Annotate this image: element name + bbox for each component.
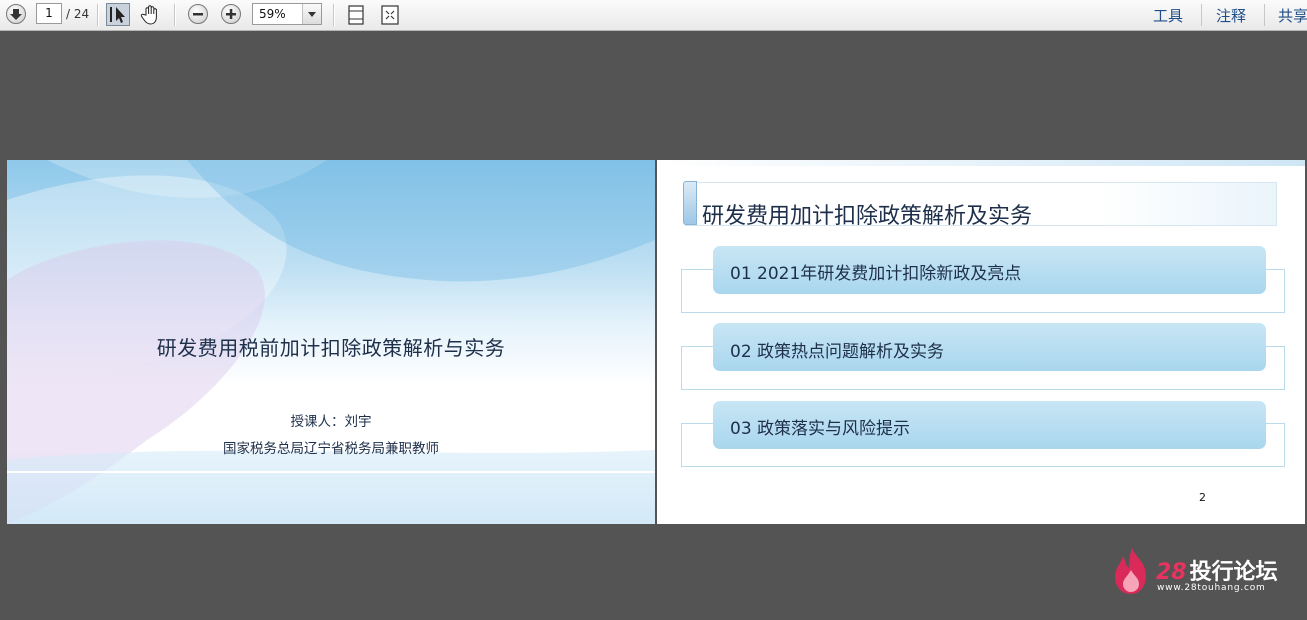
full-screen-button[interactable] bbox=[379, 3, 401, 27]
logo-number: 28 bbox=[1156, 560, 1187, 585]
share-menu[interactable]: 共享 bbox=[1278, 5, 1307, 26]
full-screen-icon bbox=[381, 5, 399, 25]
flame-icon bbox=[1115, 548, 1146, 594]
agenda-item-label: 02 政策热点问题解析及实务 bbox=[730, 342, 945, 362]
watermark-logo: 28 投行论坛 www.28touhang.com bbox=[1112, 546, 1302, 596]
fit-page-button[interactable] bbox=[345, 3, 367, 27]
agenda-item-label: 03 政策落实与风险提示 bbox=[730, 419, 911, 439]
lecturer-text: 授课人：刘宇 bbox=[290, 414, 372, 430]
affiliation-text: 国家税务总局辽宁省税务局兼职教师 bbox=[223, 441, 439, 457]
comment-menu[interactable]: 注释 bbox=[1216, 5, 1246, 26]
minus-icon bbox=[193, 13, 203, 16]
hand-tool-button[interactable] bbox=[139, 3, 163, 26]
select-tool-button[interactable] bbox=[106, 3, 130, 26]
zoom-out-button[interactable] bbox=[188, 4, 208, 24]
agenda-item-label: 01 2021年研发费加计扣除新政及亮点 bbox=[730, 264, 1022, 284]
toolbar-separator bbox=[174, 4, 176, 26]
zoom-value: 59% bbox=[259, 7, 286, 21]
slide-page-2: 研发费用加计扣除政策解析及实务 01 2021年研发费加计扣除新政及亮点 02 … bbox=[657, 160, 1305, 524]
slide-page-1: 研发费用税前加计扣除政策解析与实务 授课人：刘宇 国家税务总局辽宁省税务局兼职教… bbox=[7, 160, 655, 524]
toolbar-separator bbox=[333, 4, 335, 26]
toolbar-separator bbox=[1201, 4, 1202, 26]
arrow-down-icon bbox=[10, 9, 22, 20]
page-total: / 24 bbox=[66, 7, 90, 21]
slide-top-band bbox=[657, 160, 1305, 166]
slide-title: 研发费用税前加计扣除政策解析与实务 bbox=[156, 336, 506, 360]
plus-icon bbox=[226, 9, 236, 19]
toolbar-separator bbox=[1264, 4, 1265, 26]
logo-title: 投行论坛 bbox=[1189, 560, 1278, 585]
fit-page-icon bbox=[348, 5, 364, 25]
header-tab-marker bbox=[683, 181, 697, 225]
zoom-in-button[interactable] bbox=[221, 4, 241, 24]
toolbar-separator bbox=[97, 4, 99, 26]
text-select-icon bbox=[110, 7, 125, 23]
slide-title: 研发费用加计扣除政策解析及实务 bbox=[702, 204, 1033, 229]
page-number-input[interactable]: 1 bbox=[36, 3, 62, 24]
hand-icon bbox=[140, 5, 157, 25]
slide-page-number: 2 bbox=[1199, 491, 1206, 504]
toolbar: 1 / 24 59% 工具 注释 共享 bbox=[0, 0, 1307, 31]
chevron-down-icon[interactable] bbox=[302, 4, 321, 24]
tools-menu[interactable]: 工具 bbox=[1153, 5, 1183, 26]
logo-name: 28 投行论坛 bbox=[1156, 554, 1278, 586]
logo-url: www.28touhang.com bbox=[1157, 583, 1266, 593]
zoom-select[interactable]: 59% bbox=[252, 3, 322, 25]
next-page-button[interactable] bbox=[6, 4, 26, 24]
